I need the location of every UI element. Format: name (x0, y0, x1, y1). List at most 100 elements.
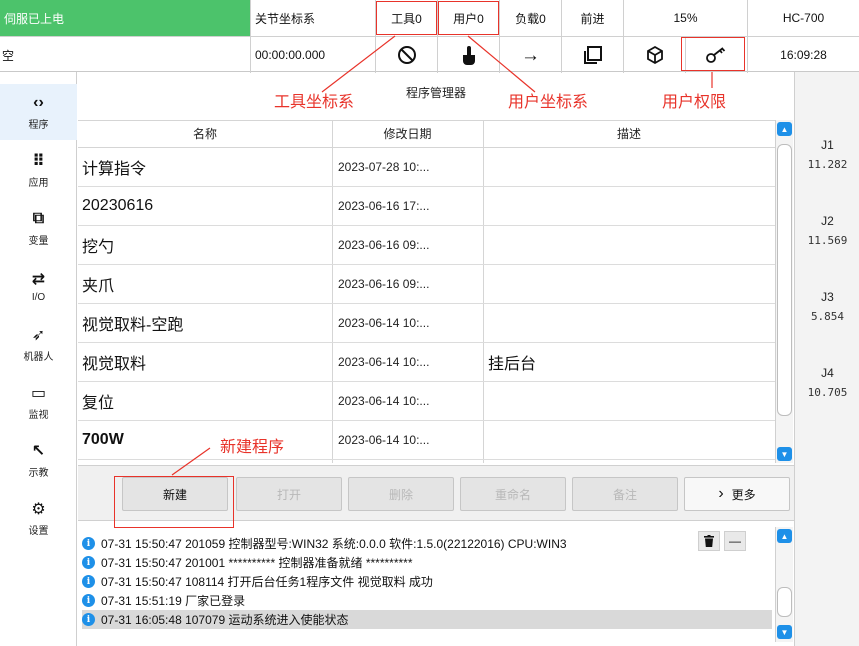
scroll-down-icon[interactable]: ▼ (777, 447, 792, 461)
stop-button[interactable] (375, 37, 437, 73)
joint-name: J4 (821, 366, 834, 380)
more-button[interactable]: › 更多 (684, 477, 790, 511)
delete-button[interactable]: 删除 (348, 477, 454, 511)
joint-value: 11.282 (807, 158, 848, 171)
program-name: 复位 (82, 395, 115, 412)
column-header-date[interactable]: 修改日期 (332, 121, 483, 149)
program-date: 2023-06-16 09:... (338, 277, 430, 291)
log-tools: — (698, 531, 746, 551)
program-desc: 挂后台 (488, 356, 537, 373)
annotation-new-program: 新建程序 (220, 439, 285, 456)
log-entry: i 07-31 15:51:19 厂家已登录 (82, 591, 772, 610)
scroll-thumb[interactable] (777, 144, 792, 416)
program-name: 计算指令 (82, 161, 147, 178)
program-date: 2023-06-14 10:... (338, 433, 430, 447)
run-timer: 00:00:00.000 (250, 37, 375, 73)
nav-robot[interactable]: ➶ 机器人 (0, 316, 77, 372)
program-name: 挖勺 (82, 239, 115, 256)
log-entry-selected: i 07-31 16:05:48 107079 运动系统进入使能状态 (82, 610, 772, 629)
log-entry: i 07-31 15:50:47 201059 控制器型号:WIN32 系统:0… (82, 534, 772, 553)
load-selector[interactable]: 负载0 (499, 0, 561, 36)
cube-icon (645, 45, 665, 65)
nav-teach[interactable]: ↖ 示教 (0, 432, 77, 488)
nav-label: 程序 (28, 120, 49, 131)
annotation-user-coord: 用户坐标系 (508, 94, 589, 111)
info-icon: i (82, 537, 95, 550)
open-button[interactable]: 打开 (236, 477, 342, 511)
joint-j3: J3 5.854 (795, 290, 859, 323)
nav-label: 变量 (28, 236, 49, 247)
coord-system-selector[interactable]: 关节坐标系 (250, 0, 375, 36)
nav-program[interactable]: ‹› 程序 (0, 84, 77, 140)
scroll-up-icon[interactable]: ▲ (777, 529, 792, 543)
nav-settings[interactable]: ⚙ 设置 (0, 490, 77, 546)
log-text: 07-31 15:51:19 厂家已登录 (101, 594, 246, 608)
scroll-thumb[interactable] (777, 587, 792, 617)
user-coord-highlight (438, 1, 499, 35)
log-entry: i 07-31 15:50:47 201001 ********** 控制器准备… (82, 553, 772, 572)
annotation-tool-coord: 工具坐标系 (274, 94, 355, 111)
program-manager: 程序管理器 名称 修改日期 描述 计算指令 2023-07-28 10:... … (78, 72, 794, 646)
nav-label: 机器人 (23, 352, 54, 363)
nav-application[interactable]: ⠿ 应用 (0, 142, 77, 198)
column-header-desc[interactable]: 描述 (483, 121, 775, 149)
nav-variables[interactable]: ⧉ 变量 (0, 200, 77, 256)
joint-value: 5.854 (810, 310, 845, 323)
workpiece-button[interactable] (623, 37, 685, 73)
joint-name: J1 (821, 138, 834, 152)
log-panel: i 07-31 15:50:47 201059 控制器型号:WIN32 系统:0… (78, 527, 775, 646)
scroll-up-icon[interactable]: ▲ (777, 122, 792, 136)
table-scrollbar[interactable]: ▲ ▼ (775, 120, 793, 463)
log-text: 07-31 15:50:47 108114 打开后台任务1程序文件 视觉取料 成… (101, 575, 433, 589)
info-icon: i (82, 556, 95, 569)
main-nav: ‹› 程序 ⠿ 应用 ⧉ 变量 ⇄ I/O ➶ 机器人 ▭ 监视 ↖ 示教 ⚙ … (0, 72, 77, 646)
mode-status: 空 (2, 48, 15, 63)
chevron-right-icon: › (718, 485, 724, 502)
log-scrollbar[interactable]: ▲ ▼ (775, 527, 793, 642)
column-header-name[interactable]: 名称 (78, 121, 332, 149)
direction-toggle[interactable]: 前进 (561, 0, 623, 36)
table-row[interactable]: 700W 2023-06-14 10:... (78, 421, 775, 460)
info-icon: i (82, 575, 95, 588)
more-label: 更多 (731, 487, 756, 502)
table-row[interactable]: 复位 2023-06-14 10:... (78, 382, 775, 421)
sliders-icon: ⧉ (32, 210, 45, 227)
table-row[interactable]: 20230616 2023-06-16 17:... (78, 187, 775, 226)
tool-coord-highlight (376, 1, 437, 35)
note-button[interactable]: 备注 (572, 477, 678, 511)
nav-monitor[interactable]: ▭ 监视 (0, 374, 77, 430)
program-date: 2023-06-14 10:... (338, 355, 430, 369)
joint-j1: J1 11.282 (795, 138, 859, 171)
info-icon: i (82, 613, 95, 626)
log-entry: i 07-31 15:50:47 108114 打开后台任务1程序文件 视觉取料… (82, 572, 772, 591)
table-header: 名称 修改日期 描述 (78, 120, 775, 148)
scroll-down-icon[interactable]: ▼ (777, 625, 792, 639)
joint-j4: J4 10.705 (795, 366, 859, 399)
program-name: 700W (82, 431, 124, 448)
teach-hand-button[interactable] (437, 37, 499, 73)
grid-icon: ⠿ (32, 153, 45, 170)
hand-pointer-icon (460, 45, 478, 65)
joint-name: J3 (821, 290, 834, 304)
program-date: 2023-07-28 10:... (338, 160, 430, 174)
table-row[interactable]: 夹爪 2023-06-16 09:... (78, 265, 775, 304)
table-row[interactable]: 视觉取料-空跑 2023-06-14 10:... (78, 304, 775, 343)
log-text: 07-31 15:50:47 201059 控制器型号:WIN32 系统:0.0… (101, 537, 567, 551)
nav-label: 示教 (28, 468, 49, 479)
step-forward-button[interactable]: → (499, 37, 561, 73)
collapse-icon[interactable]: — (724, 531, 746, 551)
copy-button[interactable] (561, 37, 623, 73)
program-date: 2023-06-16 09:... (338, 238, 430, 252)
speed-selector[interactable]: 15% (623, 0, 747, 36)
log-text: 07-31 16:05:48 107079 运动系统进入使能状态 (101, 613, 349, 627)
io-arrows-icon: ⇄ (31, 271, 46, 288)
table-row[interactable]: 计算指令 2023-07-28 10:... (78, 148, 775, 187)
rename-button[interactable]: 重命名 (460, 477, 566, 511)
clock: 16:09:28 (747, 37, 859, 73)
joint-position-panel: J1 11.282 J2 11.569 J3 5.854 J4 10.705 (794, 72, 859, 646)
nav-io[interactable]: ⇄ I/O (0, 258, 77, 314)
table-row[interactable]: 挖勺 2023-06-16 09:... (78, 226, 775, 265)
trash-icon[interactable] (698, 531, 720, 551)
table-row[interactable]: 视觉取料 2023-06-14 10:... 挂后台 (78, 343, 775, 382)
nav-label: 监视 (28, 410, 49, 421)
